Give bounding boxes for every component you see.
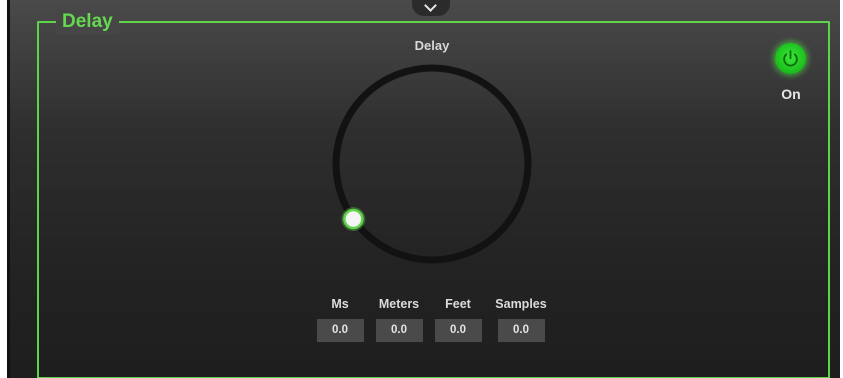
delay-knob[interactable]	[328, 60, 536, 268]
delay-panel: Delay Delay On Ms 0.0 Meters 0.0 Feet 0.…	[10, 0, 840, 378]
unit-samples-label: Samples	[495, 297, 547, 311]
delay-plugin-window: Delay Delay On Ms 0.0 Meters 0.0 Feet 0.…	[0, 0, 843, 378]
power-icon	[783, 50, 798, 67]
unit-feet: Feet 0.0	[432, 296, 484, 342]
chevron-down-icon	[424, 0, 437, 12]
samples-value-field[interactable]: 0.0	[497, 319, 545, 342]
power-label: On	[781, 86, 801, 102]
unit-meters-label: Meters	[378, 297, 420, 311]
unit-meters: Meters 0.0	[372, 296, 426, 342]
feet-value-field[interactable]: 0.0	[434, 319, 482, 342]
unit-samples: Samples 0.0	[488, 296, 554, 342]
meters-value-field[interactable]: 0.0	[375, 319, 423, 342]
ms-value-field[interactable]: 0.0	[316, 319, 364, 342]
knob-label: Delay	[414, 38, 450, 53]
power-button[interactable]	[775, 43, 806, 74]
knob-indicator-dot[interactable]	[343, 208, 364, 230]
unit-feet-label: Feet	[445, 297, 471, 311]
knob-indicator[interactable]	[341, 207, 366, 232]
unit-ms: Ms 0.0	[314, 296, 366, 342]
collapse-toggle[interactable]	[412, 0, 450, 16]
knob-track	[332, 64, 532, 264]
unit-ms-label: Ms	[331, 297, 349, 311]
group-title: Delay	[56, 10, 119, 34]
